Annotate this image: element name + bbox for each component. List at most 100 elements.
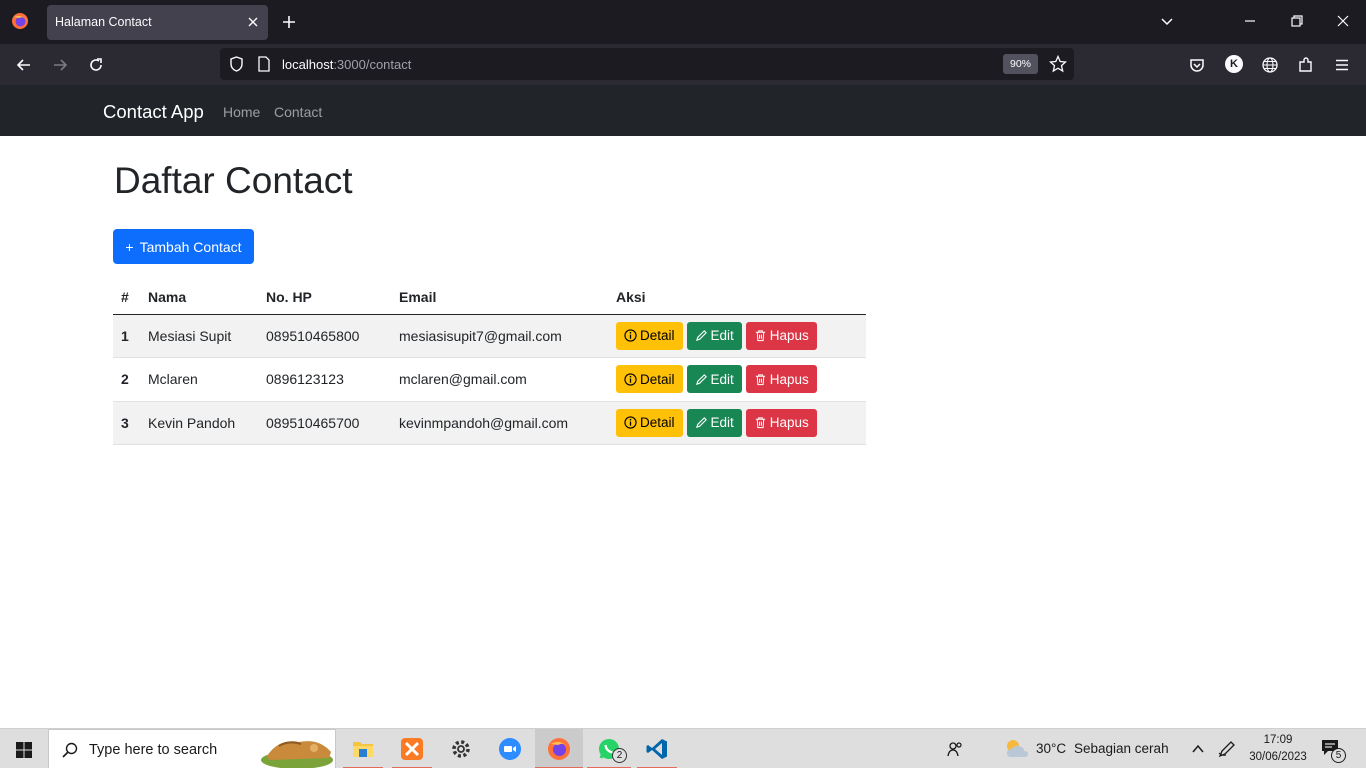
- tab-list-chevron-icon[interactable]: [1159, 13, 1175, 29]
- firefox-icon: [548, 738, 570, 760]
- notification-center[interactable]: 5: [1320, 738, 1350, 764]
- contact-name: Mesiasi Supit: [140, 314, 258, 358]
- info-circle-icon: [624, 373, 637, 386]
- info-circle-icon: [624, 329, 637, 342]
- page-title: Daftar Contact: [114, 160, 353, 201]
- windows-start-icon[interactable]: [15, 741, 33, 759]
- pen-icon[interactable]: [1217, 739, 1237, 759]
- taskbar-firefox[interactable]: [535, 729, 583, 768]
- contact-name: Mclaren: [140, 357, 258, 402]
- row-number: 3: [113, 401, 140, 445]
- contact-email: mclaren@gmail.com: [391, 357, 608, 402]
- delete-button[interactable]: Hapus: [745, 321, 817, 350]
- col-header-hp: No. HP: [258, 280, 391, 315]
- detail-button[interactable]: Detail: [616, 408, 683, 437]
- contact-phone: 0896123123: [258, 357, 391, 402]
- weather-partly-sunny-icon[interactable]: [1003, 737, 1029, 761]
- url-bar[interactable]: localhost:3000/contact 90%: [220, 48, 1074, 80]
- contact-phone: 089510465800: [258, 314, 391, 358]
- row-actions: Detail Edit Hapus: [608, 314, 866, 358]
- table-row: 3 Kevin Pandoh 089510465700 kevinmpandoh…: [113, 401, 866, 445]
- new-tab-icon[interactable]: [280, 13, 298, 31]
- table-row: 1 Mesiasi Supit 089510465800 mesiasisupi…: [113, 314, 866, 358]
- detail-label: Detail: [640, 415, 675, 431]
- contact-email: mesiasisupit7@gmail.com: [391, 314, 608, 358]
- table-header-row: # Nama No. HP Email Aksi: [113, 280, 866, 315]
- edit-button[interactable]: Edit: [686, 321, 742, 350]
- page-icon[interactable]: [257, 56, 271, 72]
- zoom-icon: [499, 738, 521, 760]
- detail-button[interactable]: Detail: [616, 365, 683, 394]
- row-actions: Detail Edit Hapus: [608, 401, 866, 445]
- vscode-icon: [646, 739, 667, 759]
- browser-tab[interactable]: Halaman Contact: [47, 5, 268, 40]
- taskbar-file-explorer[interactable]: [343, 729, 383, 768]
- shield-icon[interactable]: [228, 55, 245, 73]
- edit-label: Edit: [710, 328, 734, 344]
- taskbar-xampp[interactable]: [392, 729, 432, 768]
- search-highlight-image: [261, 741, 333, 768]
- back-icon[interactable]: [15, 56, 33, 74]
- trash-icon: [755, 417, 765, 429]
- weather-description[interactable]: Sebagian cerah: [1074, 741, 1169, 756]
- contact-table: # Nama No. HP Email Aksi 1 Mesiasi Supit…: [113, 280, 866, 445]
- edit-label: Edit: [710, 415, 734, 431]
- menu-hamburger-icon[interactable]: [1333, 56, 1351, 74]
- bookmark-star-icon[interactable]: [1049, 55, 1067, 73]
- chevron-up-icon[interactable]: [1190, 741, 1206, 757]
- browser-toolbar: localhost:3000/contact 90% K: [0, 44, 1366, 85]
- forward-icon[interactable]: [51, 56, 69, 74]
- url-text[interactable]: localhost:3000/contact: [282, 57, 411, 72]
- windows-taskbar: Type here to search 2 30°C Sebagian cera…: [0, 728, 1366, 768]
- taskbar-settings[interactable]: [441, 729, 481, 768]
- restore-icon[interactable]: [1289, 13, 1305, 29]
- taskbar-vscode[interactable]: [637, 729, 677, 768]
- navbar-brand[interactable]: Contact App: [103, 101, 204, 123]
- firefox-icon[interactable]: [11, 12, 29, 30]
- delete-button[interactable]: Hapus: [745, 365, 817, 394]
- notification-count: 5: [1331, 748, 1346, 763]
- pocket-icon[interactable]: [1188, 56, 1206, 74]
- taskbar-whatsapp[interactable]: 2: [587, 729, 631, 768]
- col-header-aksi: Aksi: [608, 280, 866, 315]
- detail-button[interactable]: Detail: [616, 321, 683, 350]
- weather-temp[interactable]: 30°C: [1036, 741, 1066, 756]
- close-tab-icon[interactable]: [245, 14, 261, 30]
- edit-button[interactable]: Edit: [686, 365, 742, 394]
- col-header-email: Email: [391, 280, 608, 315]
- system-clock[interactable]: 17:09 30/06/2023: [1247, 732, 1309, 766]
- col-header-nama: Nama: [140, 280, 258, 315]
- gear-icon: [452, 740, 470, 758]
- minimize-icon[interactable]: [1242, 13, 1258, 29]
- col-header-number: #: [113, 280, 140, 315]
- detail-label: Detail: [640, 328, 675, 344]
- folder-icon: [353, 742, 373, 757]
- row-actions: Detail Edit Hapus: [608, 357, 866, 402]
- account-avatar[interactable]: K: [1225, 55, 1243, 73]
- people-icon[interactable]: [946, 740, 964, 758]
- close-window-icon[interactable]: [1335, 13, 1351, 29]
- search-icon: [62, 742, 78, 758]
- plus-icon: +: [125, 238, 134, 255]
- taskbar-zoom[interactable]: [490, 729, 530, 768]
- delete-button[interactable]: Hapus: [745, 408, 817, 437]
- nav-link-contact[interactable]: Contact: [274, 104, 322, 120]
- extensions-icon[interactable]: [1297, 56, 1315, 74]
- nav-link-home[interactable]: Home: [223, 104, 260, 120]
- whatsapp-badge: 2: [612, 748, 627, 763]
- row-number: 2: [113, 357, 140, 402]
- search-placeholder: Type here to search: [89, 742, 218, 758]
- row-number: 1: [113, 314, 140, 358]
- zoom-badge[interactable]: 90%: [1003, 54, 1038, 74]
- reload-icon[interactable]: [87, 56, 105, 74]
- add-contact-button[interactable]: + Tambah Contact: [113, 229, 254, 264]
- clock-date: 30/06/2023: [1249, 751, 1307, 763]
- taskbar-search[interactable]: Type here to search: [48, 729, 336, 768]
- pencil-icon: [695, 330, 707, 342]
- edit-label: Edit: [710, 371, 734, 387]
- trash-icon: [755, 330, 765, 342]
- delete-label: Hapus: [769, 415, 809, 431]
- table-row: 2 Mclaren 0896123123 mclaren@gmail.com D…: [113, 357, 866, 402]
- edit-button[interactable]: Edit: [686, 408, 742, 437]
- globe-icon[interactable]: [1261, 56, 1279, 74]
